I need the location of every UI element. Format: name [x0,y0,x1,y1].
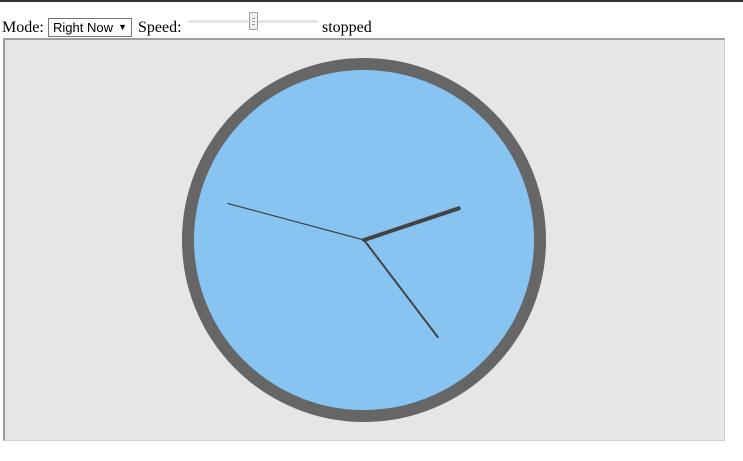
speed-slider-thumb[interactable] [249,12,258,30]
top-border [0,0,743,2]
toolbar: Mode: Right Now ▼ Speed: stopped [2,12,722,39]
dropdown-arrow-icon: ▼ [118,22,127,32]
speed-slider[interactable] [188,12,318,39]
status-text: stopped [322,19,372,36]
mode-select-value: Right Now [53,20,113,35]
clock-drawing [182,58,546,422]
grip-line-icon [252,24,255,25]
grip-line-icon [252,21,255,22]
clock-canvas[interactable] [3,38,725,441]
mode-label: Mode: [2,19,44,36]
speed-label: Speed: [138,19,182,36]
mode-select[interactable]: Right Now ▼ [48,18,132,37]
grip-line-icon [252,18,255,19]
